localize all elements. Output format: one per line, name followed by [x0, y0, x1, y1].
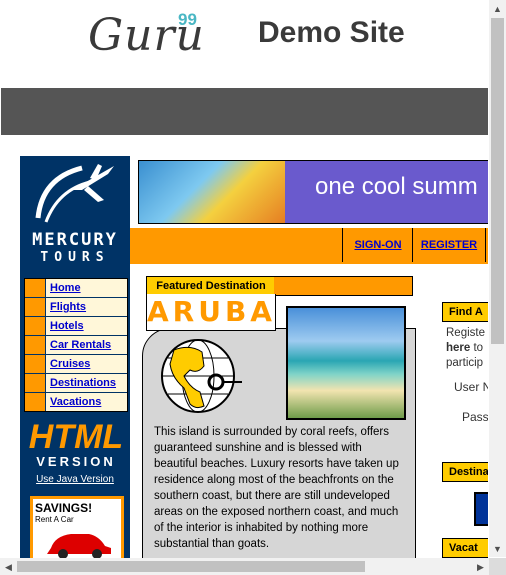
sidebar-nav: Home Flights Hotels Car Rentals Cruises …	[24, 278, 128, 412]
banner-text: one cool summ	[315, 173, 478, 200]
destination-description: This island is surrounded by coral reefs…	[154, 426, 399, 550]
guru99-logo-superscript: 99	[178, 10, 197, 29]
register-prompt: Registe here to particip	[446, 326, 488, 371]
vertical-scroll-thumb[interactable]	[491, 18, 504, 344]
password-label: Pass	[462, 410, 488, 424]
nav-item-vacations[interactable]: Vacations	[25, 393, 127, 411]
destination-name: ARUBA	[146, 294, 276, 331]
globe-icon	[161, 339, 242, 413]
nav-link-vacations[interactable]: Vacations	[46, 393, 127, 411]
aruba-beach-photo	[286, 306, 406, 420]
register-prompt-line2: here to	[446, 341, 488, 356]
airplane-logo-icon	[35, 164, 114, 223]
nav-item-destinations[interactable]: Destinations	[25, 374, 127, 393]
savings-ad-subtitle: Rent A Car	[35, 515, 74, 524]
register-prompt-to: to	[470, 342, 484, 354]
register-here-link[interactable]: here	[446, 342, 470, 354]
register-prompt-line1: Registe	[446, 327, 485, 339]
savings-ad-title: SAVINGS!	[35, 501, 93, 515]
summer-banner: one cool summ	[138, 160, 488, 224]
html-version-badge: HTML VERSION	[28, 420, 124, 469]
scroll-left-arrow-icon[interactable]: ◀	[0, 560, 17, 574]
vacations-header: Vacat	[442, 538, 488, 558]
scroll-right-arrow-icon[interactable]: ▶	[472, 560, 489, 574]
nav-item-flights[interactable]: Flights	[25, 298, 127, 317]
find-a-flight-header: Find A	[442, 302, 488, 322]
destination-thumbnail-icon[interactable]	[474, 492, 488, 526]
nav-item-home[interactable]: Home	[25, 279, 127, 298]
use-java-version-link[interactable]: Use Java Version	[24, 474, 126, 485]
register-prompt-line3: particip	[446, 357, 484, 369]
nav-link-destinations[interactable]: Destinations	[46, 374, 127, 392]
scrollbar-corner	[489, 558, 506, 575]
nav-item-car-rentals[interactable]: Car Rentals	[25, 336, 127, 355]
destinations-header: Destina	[442, 462, 488, 482]
logo-tours-text: TOURS	[40, 250, 110, 265]
nav-link-cruises[interactable]: Cruises	[46, 355, 127, 373]
nav-link-home[interactable]: Home	[46, 279, 127, 297]
ad-placeholder-bar	[1, 88, 488, 135]
nav-link-hotels[interactable]: Hotels	[46, 317, 127, 335]
nav-bullet	[25, 355, 46, 373]
scroll-up-arrow-icon[interactable]: ▲	[489, 2, 506, 16]
featured-header-bar	[274, 276, 413, 296]
nav-bullet	[25, 279, 46, 297]
demo-site-title: Demo Site	[258, 16, 405, 49]
mercury-tours-page: MERCURY TOURS Home Flights Hotels Car Re…	[20, 156, 488, 563]
red-car-icon	[47, 534, 111, 559]
nav-bullet	[25, 298, 46, 316]
username-label: User N	[454, 380, 488, 394]
banner-photo	[139, 161, 285, 223]
savings-ad[interactable]: SAVINGS! Rent A Car	[30, 496, 124, 563]
horizontal-scroll-thumb[interactable]	[17, 561, 365, 572]
nav-item-cruises[interactable]: Cruises	[25, 355, 127, 374]
html-version-big: HTML	[28, 418, 124, 456]
featured-destination-header: Featured Destination	[146, 276, 276, 296]
nav-link-car-rentals[interactable]: Car Rentals	[46, 336, 127, 354]
logo-mercury-text: MERCURY	[32, 230, 118, 250]
scroll-down-arrow-icon[interactable]: ▼	[489, 542, 506, 556]
nav-bullet	[25, 317, 46, 335]
sign-on-link[interactable]: SIGN-ON	[342, 228, 414, 262]
nav-bullet	[25, 393, 46, 411]
nav-bullet	[25, 374, 46, 392]
nav-item-hotels[interactable]: Hotels	[25, 317, 127, 336]
left-sidebar: MERCURY TOURS Home Flights Hotels Car Re…	[20, 156, 130, 563]
nav-link-flights[interactable]: Flights	[46, 298, 127, 316]
register-link[interactable]: REGISTER	[412, 228, 486, 262]
nav-bullet	[25, 336, 46, 354]
html-version-small: VERSION	[36, 454, 116, 469]
